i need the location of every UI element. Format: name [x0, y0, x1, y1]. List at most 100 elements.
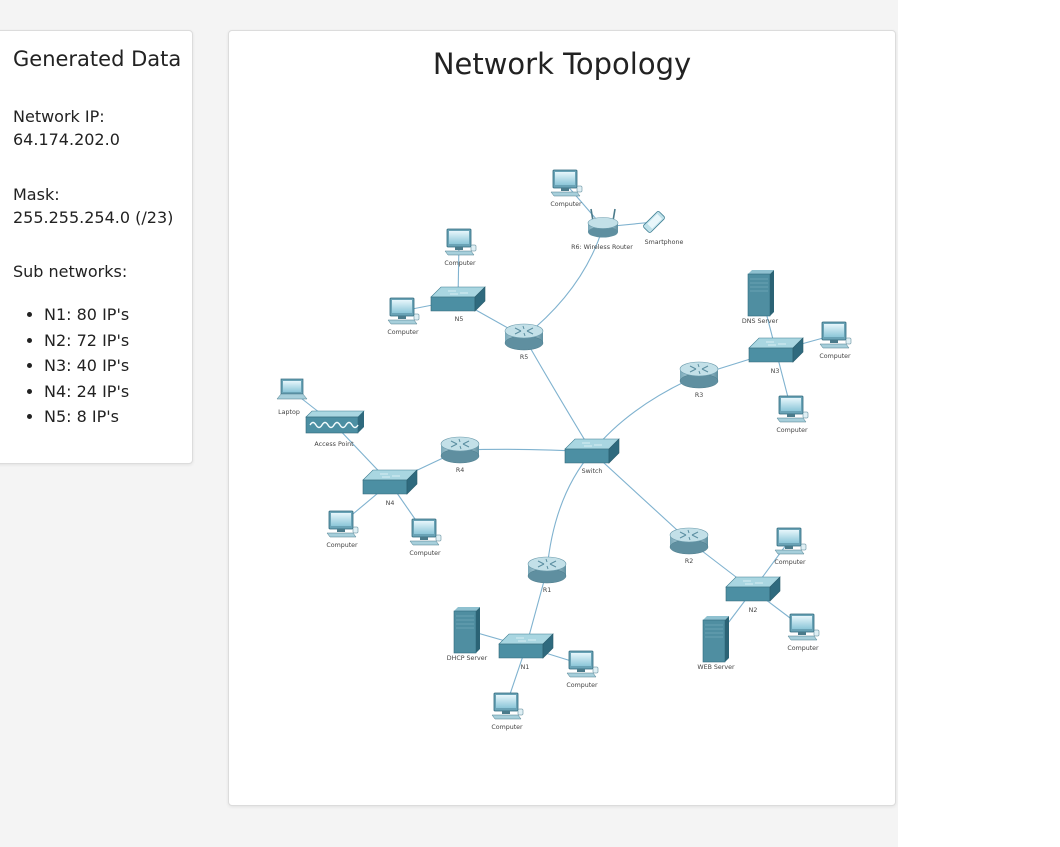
node-n2[interactable]: N2	[725, 576, 781, 614]
computer-icon	[819, 321, 852, 349]
node-label: Computer	[774, 559, 806, 566]
router-icon	[440, 436, 480, 464]
mask-label: Mask:	[13, 185, 60, 204]
router-icon	[669, 527, 709, 555]
node-r4[interactable]: R4	[440, 436, 480, 474]
node-label: DHCP Server	[447, 655, 488, 662]
computer-icon	[326, 510, 359, 538]
node-c5a[interactable]: Computer	[444, 228, 477, 267]
node-label: R1	[543, 587, 551, 594]
node-c2a[interactable]: Computer	[774, 527, 807, 566]
node-label: Computer	[566, 682, 598, 689]
node-r3[interactable]: R3	[679, 361, 719, 399]
node-r6[interactable]: R6: Wireless Router	[571, 208, 633, 251]
router-icon	[679, 361, 719, 389]
access-point-icon	[305, 410, 365, 434]
node-laptop[interactable]: Laptop	[276, 378, 308, 416]
subnet-item: N2: 72 IP's	[44, 328, 129, 354]
node-label: R5	[520, 354, 528, 361]
switch-icon	[564, 438, 620, 464]
computer-icon	[550, 169, 583, 197]
server-icon	[747, 270, 774, 317]
node-r1[interactable]: R1	[527, 556, 567, 594]
computer-icon	[444, 228, 477, 256]
switch-icon	[498, 633, 554, 659]
node-n1[interactable]: N1	[498, 633, 554, 671]
computer-icon	[774, 527, 807, 555]
subnet-item: N4: 24 IP's	[44, 379, 129, 405]
laptop-icon	[276, 378, 308, 400]
node-label: Laptop	[278, 409, 300, 416]
node-c6[interactable]: Computer	[550, 169, 583, 208]
node-label: N1	[521, 664, 530, 671]
node-label: N3	[771, 368, 780, 375]
node-label: Computer	[491, 724, 523, 731]
node-web[interactable]: WEB Server	[697, 616, 735, 671]
node-label: R6: Wireless Router	[571, 244, 633, 251]
server-icon	[453, 607, 480, 654]
switch-icon	[725, 576, 781, 602]
node-r2[interactable]: R2	[669, 527, 709, 565]
node-label: Access Point	[314, 441, 354, 448]
node-label: Computer	[819, 353, 851, 360]
node-c4b[interactable]: Computer	[409, 518, 442, 557]
router-icon	[527, 556, 567, 584]
node-ap[interactable]: Access Point	[305, 410, 365, 448]
subnet-item: N1: 80 IP's	[44, 302, 129, 328]
mask-block: Mask: 255.255.254.0 (/23)	[13, 183, 173, 229]
node-c3a[interactable]: Computer	[819, 321, 852, 360]
node-n4[interactable]: N4	[362, 469, 418, 507]
switch-icon	[362, 469, 418, 495]
node-label: R3	[695, 392, 703, 399]
node-label: Computer	[409, 550, 441, 557]
node-n5[interactable]: N5	[430, 286, 486, 323]
computer-icon	[491, 692, 524, 720]
subnet-item: N3: 40 IP's	[44, 353, 129, 379]
node-label: Computer	[776, 427, 808, 434]
node-label: Computer	[387, 329, 419, 336]
link-sw-r2	[591, 451, 690, 542]
node-label: R2	[685, 558, 693, 565]
computer-icon	[566, 650, 599, 678]
generated-data-panel: Generated Data Network IP: 64.174.202.0 …	[0, 30, 193, 464]
node-label: N5	[455, 316, 464, 323]
network-ip-block: Network IP: 64.174.202.0	[13, 105, 120, 151]
node-c3b[interactable]: Computer	[776, 395, 809, 434]
node-label: DNS Server	[742, 318, 779, 325]
node-label: Computer	[787, 645, 819, 652]
node-label: WEB Server	[697, 664, 735, 671]
subnets-label: Sub networks:	[13, 262, 128, 281]
node-c1b[interactable]: Computer	[491, 692, 524, 731]
topology-title: Network Topology	[432, 47, 692, 81]
node-c4a[interactable]: Computer	[326, 510, 359, 549]
node-label: Computer	[326, 542, 358, 549]
node-label: Switch	[582, 468, 603, 475]
computer-icon	[787, 613, 820, 641]
node-label: N2	[749, 607, 758, 614]
subnet-list: N1: 80 IP's N2: 72 IP's N3: 40 IP's N4: …	[20, 302, 129, 430]
node-label: Smartphone	[645, 239, 684, 246]
network-ip-label: Network IP:	[13, 107, 105, 126]
wireless-router-icon	[587, 208, 619, 238]
node-label: Computer	[550, 201, 582, 208]
node-r5[interactable]: R5	[504, 323, 544, 361]
node-label: N4	[386, 500, 395, 507]
panel-title: Generated Data	[13, 47, 182, 71]
switch-icon	[430, 286, 486, 312]
node-c1a[interactable]: Computer	[566, 650, 599, 689]
switch-icon	[748, 337, 804, 363]
node-c5b[interactable]: Computer	[387, 297, 420, 336]
router-icon	[504, 323, 544, 351]
computer-icon	[387, 297, 420, 325]
subnet-item: N5: 8 IP's	[44, 404, 129, 430]
node-dns[interactable]: DNS Server	[742, 270, 779, 325]
node-label: Computer	[444, 260, 476, 267]
server-icon	[702, 616, 729, 663]
node-label: R4	[456, 467, 464, 474]
topology-panel: Switch R1 R2 R3 R4 R5 R6: Wireless Router Smart…	[228, 30, 896, 806]
node-c2b[interactable]: Computer	[787, 613, 820, 652]
node-phone[interactable]: Smartphone	[643, 211, 684, 246]
node-n3[interactable]: N3	[748, 337, 804, 375]
network-ip-value: 64.174.202.0	[13, 130, 120, 149]
computer-icon	[776, 395, 809, 423]
